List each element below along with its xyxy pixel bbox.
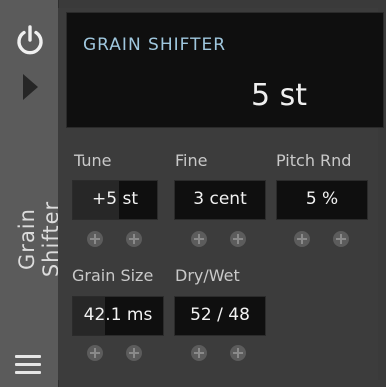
pitch-rnd-field[interactable]: 5 % — [276, 180, 368, 220]
pitch-rnd-mod-b-plus-icon[interactable] — [333, 231, 349, 247]
grain-size-mod-b-plus-icon[interactable] — [126, 345, 142, 361]
value-display: GRAIN SHIFTER 5 st — [66, 12, 384, 128]
tune-label: Tune — [74, 151, 112, 170]
tune-mod-b-plus-icon[interactable] — [126, 231, 142, 247]
fine-field[interactable]: 3 cent — [174, 180, 266, 220]
grain-size-field[interactable]: 42.1 ms — [72, 296, 164, 336]
device-name-label: Grain Shifter — [15, 200, 63, 278]
tune-mod-a-plus-icon[interactable] — [87, 231, 103, 247]
dry-wet-value: 52 / 48 — [190, 305, 250, 325]
display-title: GRAIN SHIFTER — [83, 35, 227, 55]
pitch-rnd-mod-a-plus-icon[interactable] — [294, 231, 310, 247]
device-side-strip: Grain Shifter — [0, 0, 63, 387]
grain-size-mod-a-plus-icon[interactable] — [87, 345, 103, 361]
grain-size-label: Grain Size — [72, 266, 154, 285]
dry-wet-label: Dry/Wet — [175, 266, 240, 285]
fine-value: 3 cent — [193, 189, 247, 209]
grain-size-value: 42.1 ms — [83, 305, 153, 325]
tune-field[interactable]: +5 st — [72, 180, 158, 220]
dry-wet-mod-b-plus-icon[interactable] — [230, 345, 246, 361]
display-value: 5 st — [250, 78, 307, 113]
power-icon[interactable] — [13, 24, 47, 58]
fine-mod-a-plus-icon[interactable] — [191, 231, 207, 247]
dry-wet-field[interactable]: 52 / 48 — [174, 296, 266, 336]
tune-value: +5 st — [92, 189, 138, 209]
play-icon[interactable] — [23, 74, 38, 100]
pitch-rnd-label: Pitch Rnd — [276, 151, 352, 170]
fine-label: Fine — [175, 151, 208, 170]
dry-wet-mod-a-plus-icon[interactable] — [191, 345, 207, 361]
hamburger-menu-icon[interactable] — [15, 355, 41, 375]
device-panel: Grain Shifter GRAIN SHIFTER 5 st Tune +5… — [0, 0, 386, 387]
fine-mod-b-plus-icon[interactable] — [230, 231, 246, 247]
pitch-rnd-value: 5 % — [305, 189, 339, 209]
